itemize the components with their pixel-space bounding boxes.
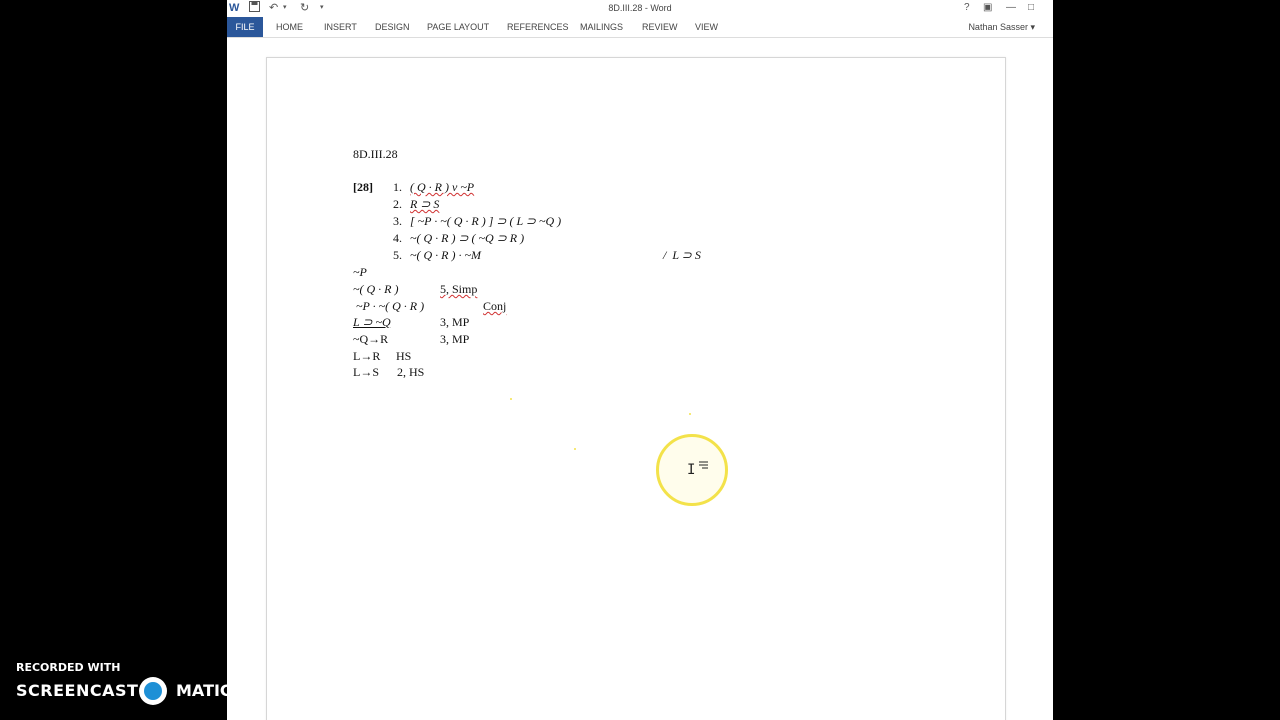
step-3-formula: ~P · ~( Q · R ) (353, 299, 425, 313)
watermark-recorded-with: RECORDED WITH (16, 661, 121, 674)
watermark-screencast: SCREENCAST (16, 681, 139, 700)
step-4-formula: L ⊃ ~Q (353, 315, 391, 329)
step-5-justification: 3, MP (440, 332, 470, 346)
tab-review[interactable]: REVIEW (642, 17, 678, 37)
step-7-formula: L→S (353, 365, 380, 379)
document-heading: 8D.III.28 (353, 147, 398, 161)
watermark-matic: MATIC (176, 681, 232, 700)
help-button[interactable]: ? (964, 1, 970, 15)
tab-references[interactable]: REFERENCES (507, 17, 569, 37)
minimize-button[interactable]: — (1006, 1, 1016, 15)
conclusion: / L ⊃ S (663, 248, 701, 262)
step-6-formula: L→R (353, 349, 381, 363)
step-4-justification: 3, MP (440, 315, 470, 329)
text-cursor-icon: I (687, 462, 696, 478)
premise-4-text: ~( Q · R ) ⊃ ( ~Q ⊃ R ) (410, 231, 525, 245)
word-window: W ↶ ▾ ↻ ▾ 8D.III.28 - Word ? ▣ — □ FILE … (227, 0, 1053, 720)
step-4-formula-text: L ⊃ ~Q (353, 315, 391, 329)
tab-mailings[interactable]: MAILINGS (580, 17, 623, 37)
premise-1: ( Q · R ) v ~P (410, 180, 474, 194)
ribbon-display-options-button[interactable]: ▣ (983, 1, 992, 15)
problem-label: [28] (353, 180, 373, 194)
premise-5-number: 5. (393, 248, 402, 262)
maximize-button[interactable]: □ (1028, 1, 1034, 15)
tab-page-layout[interactable]: PAGE LAYOUT (427, 17, 489, 37)
title-bar: W ↶ ▾ ↻ ▾ 8D.III.28 - Word ? ▣ — □ (227, 0, 1053, 17)
cursor-trail-dot (510, 398, 512, 400)
premise-4-number: 4. (393, 231, 402, 245)
step-3-justification: Conj (483, 299, 506, 313)
premise-1-text: ( Q · R ) v ~P (410, 180, 475, 194)
premise-2-text: R ⊃ S (410, 197, 440, 211)
step-2-formula: ~( Q · R ) (353, 282, 399, 296)
premise-3-text: [ ~P · ~( Q · R ) ] ⊃ ( L ⊃ ~Q ) (410, 214, 562, 228)
window-title: 8D.III.28 - Word (608, 3, 672, 13)
step-3-justification-text: Conj (483, 299, 507, 313)
premise-2-number: 2. (393, 197, 402, 211)
screencast-logo-icon (139, 677, 167, 705)
step-2-justification: 5, Simp (440, 282, 477, 296)
tab-view[interactable]: VIEW (695, 17, 718, 37)
cursor-trail-dot (689, 413, 691, 415)
cursor-trail-dot (574, 448, 576, 450)
tab-home[interactable]: HOME (276, 17, 303, 37)
paragraph-cursor-icon (699, 461, 708, 469)
step-2-justification-text: 5, Simp (440, 282, 478, 296)
user-account[interactable]: Nathan Sasser ▾ (968, 17, 1035, 37)
ribbon-tabs: FILE HOME INSERT DESIGN PAGE LAYOUT REFE… (227, 17, 1053, 38)
desktop-background-right (1053, 0, 1280, 720)
document-canvas[interactable]: 8D.III.28 [28] 1. ( Q · R ) v ~P 2. R ⊃ … (227, 38, 1053, 720)
step-5-formula: ~Q→R (353, 332, 389, 346)
tab-design[interactable]: DESIGN (375, 17, 410, 37)
step-7-justification: 2, HS (397, 365, 425, 379)
tab-insert[interactable]: INSERT (324, 17, 357, 37)
step-1-formula: ~P (353, 265, 367, 279)
document-page[interactable]: 8D.III.28 [28] 1. ( Q · R ) v ~P 2. R ⊃ … (266, 57, 1006, 720)
premise-1-number: 1. (393, 180, 402, 194)
premise-2: R ⊃ S (410, 197, 439, 211)
premise-5-text: ~( Q · R ) · ~M (410, 248, 481, 262)
tab-file[interactable]: FILE (227, 17, 263, 37)
premise-3-number: 3. (393, 214, 402, 228)
step-6-justification: HS (396, 349, 412, 363)
